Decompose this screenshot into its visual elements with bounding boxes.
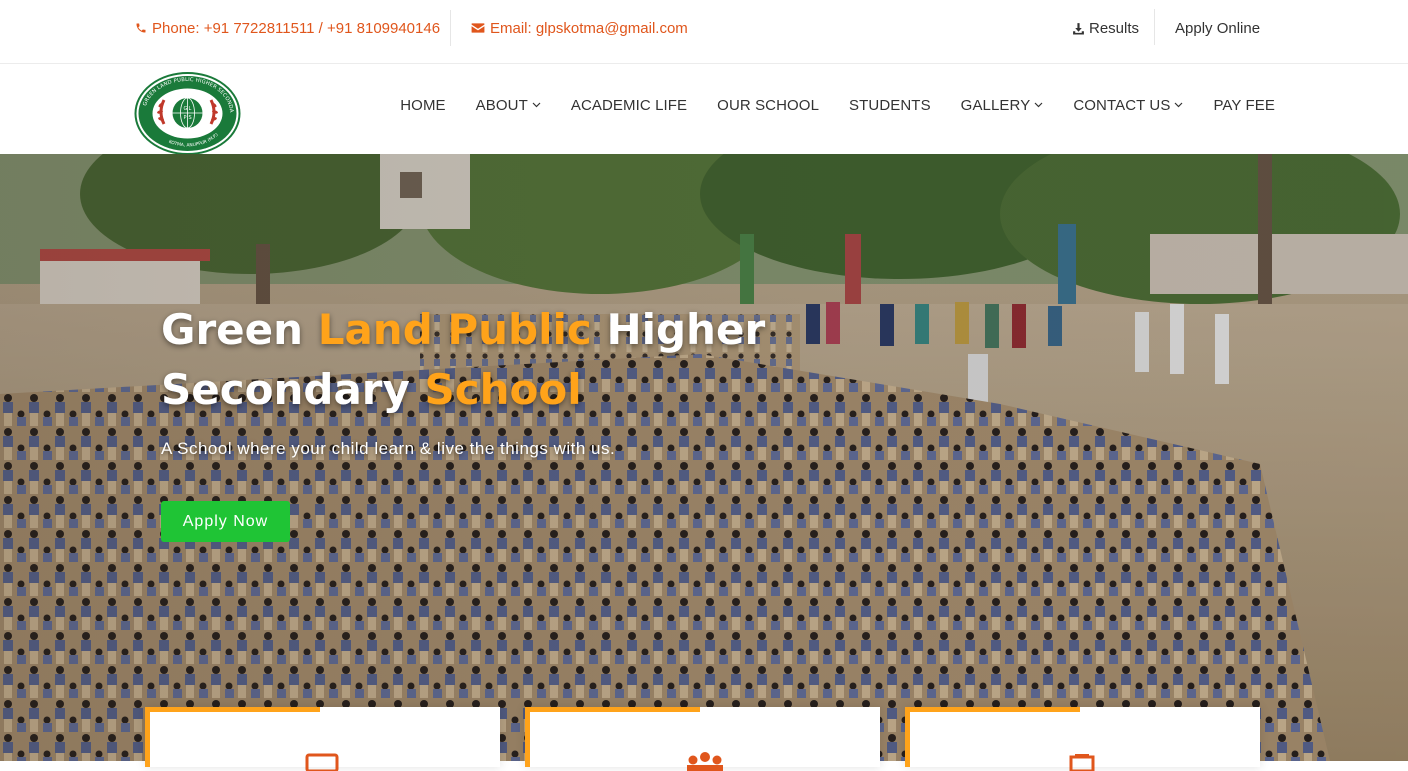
card-accent-left [145, 707, 150, 767]
hero-banner: Green Land Public Higher Secondary Schoo… [0, 154, 1408, 761]
nav-pay-fee[interactable]: PAY FEE [1213, 97, 1275, 114]
download-icon [1073, 22, 1084, 34]
hero-title-part-2: Higher [591, 305, 766, 354]
nav-gallery-label: GALLERY [960, 96, 1031, 114]
nav-contact-us-label: CONTACT US [1073, 96, 1171, 114]
book-icon [305, 753, 339, 771]
apply-online-label: Apply Online [1175, 19, 1261, 37]
certificate-icon [1069, 754, 1095, 771]
hero-title-part-3: Secondary [161, 365, 425, 414]
hero-title: Green Land Public Higher Secondary Schoo… [161, 300, 861, 420]
card-accent-top [525, 707, 700, 712]
logo-letter-g: G [184, 106, 188, 112]
nav-our-school[interactable]: OUR SCHOOL [717, 97, 819, 114]
hero-title-accent-1: Land Public [317, 305, 592, 354]
top-right-divider [1154, 9, 1155, 45]
main-header: G L P S GREEN LAND PUBLIC HIGHER SECONDA… [0, 64, 1408, 155]
logo-letter-p: P [184, 115, 187, 121]
nav-about[interactable]: ABOUT [476, 97, 541, 114]
chevron-down-icon [532, 102, 541, 108]
feature-card[interactable] [905, 707, 1260, 771]
results-label: Results [1089, 19, 1140, 37]
nav-contact-us[interactable]: CONTACT US [1073, 97, 1183, 114]
group-icon [687, 752, 723, 771]
chevron-down-icon [1034, 102, 1043, 108]
nav-about-label: ABOUT [475, 96, 528, 114]
nav-students-label: STUDENTS [849, 96, 931, 114]
logo-letter-l: L [189, 106, 192, 112]
nav-students[interactable]: STUDENTS [849, 97, 931, 114]
nav-pay-fee-label: PAY FEE [1213, 96, 1275, 114]
nav-gallery[interactable]: GALLERY [961, 97, 1044, 114]
apply-now-button[interactable]: Apply Now [161, 501, 290, 542]
chevron-down-icon [1175, 102, 1183, 108]
envelope-icon [471, 23, 485, 33]
phone-icon [136, 23, 146, 33]
top-email-link[interactable]: Email: glpskotma@gmail.com [471, 0, 688, 56]
hero-subtitle: A School where your child learn & live t… [161, 439, 616, 458]
logo-letter-s: S [189, 115, 192, 121]
nav-academic-life-label: ACADEMIC LIFE [570, 96, 688, 114]
top-phone-text: Phone: +91 7722811511 / +91 8109940146 [152, 19, 441, 37]
card-accent-top [145, 707, 320, 712]
top-bar: Phone: +91 7722811511 / +91 8109940146 E… [0, 0, 1408, 64]
card-accent-left [905, 707, 910, 767]
feature-card[interactable] [525, 707, 880, 771]
top-phone-link[interactable]: Phone: +91 7722811511 / +91 8109940146 [135, 0, 440, 56]
hero-title-accent-2: School [424, 365, 582, 414]
apply-online-link[interactable]: Apply Online [1175, 0, 1260, 56]
card-accent-left [525, 707, 530, 767]
nav-our-school-label: OUR SCHOOL [717, 96, 820, 114]
results-link[interactable]: Results [1072, 0, 1139, 56]
top-divider [450, 10, 451, 46]
nav-home[interactable]: HOME [400, 97, 445, 114]
nav-academic-life[interactable]: ACADEMIC LIFE [571, 97, 687, 114]
nav-home-label: HOME [400, 96, 446, 114]
main-nav: HOME ABOUT ACADEMIC LIFE OUR SCHOOL STUD… [400, 64, 1275, 146]
card-accent-top [905, 707, 1080, 712]
feature-card[interactable] [145, 707, 500, 771]
top-email-text: Email: glpskotma@gmail.com [490, 19, 688, 37]
school-logo[interactable]: G L P S GREEN LAND PUBLIC HIGHER SECONDA… [134, 72, 241, 155]
hero-title-part-1: Green [161, 305, 318, 354]
